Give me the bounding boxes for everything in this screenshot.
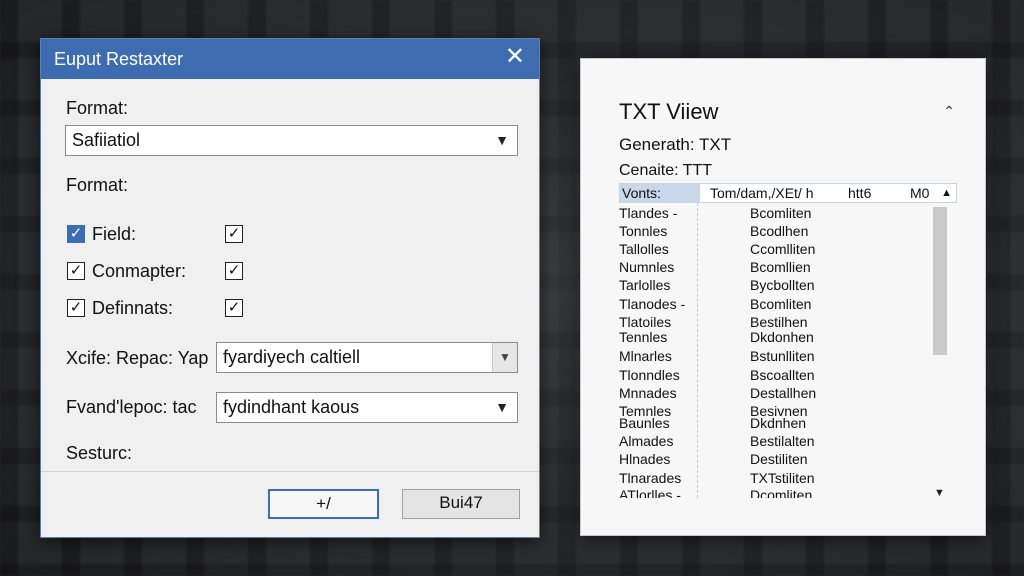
list-item-value: Dcomliten	[750, 487, 813, 498]
checkbox-field-secondary[interactable]: ✓	[225, 225, 243, 243]
chevron-down-icon: ▼	[492, 343, 517, 372]
list-item-name: Tennles	[619, 329, 668, 345]
list-item-value: Bstunlliten	[750, 348, 815, 364]
list-item[interactable]: Tlnarades TXTstiliten	[619, 470, 937, 488]
checkbox-conmapter[interactable]: ✓	[67, 262, 85, 280]
list-item[interactable]: Tallolles Ccomlliten	[619, 241, 937, 259]
list-item-name: Tarlolles	[619, 277, 671, 293]
list-item-name: Tlanodes -	[619, 296, 686, 312]
list-header-col2: htt6	[848, 185, 872, 201]
list-item[interactable]: Tlonndles Bscoallten	[619, 367, 937, 385]
option-label: Conmapter:	[92, 261, 187, 281]
list-header-col3: M0	[910, 185, 930, 201]
list-item-value: TXTstiliten	[750, 470, 815, 486]
list-item-value: Bestilhen	[750, 314, 808, 330]
vertical-scrollbar[interactable]: ▼	[931, 205, 949, 499]
replace-select-value: fyardiyech caltiell	[223, 347, 361, 367]
list-item[interactable]: Tlandes - Bcomliten	[619, 205, 937, 223]
format-select[interactable]: Safiiatiol ▼	[65, 125, 518, 156]
file-list: Vonts: Tom/dam,/XEt/ h htt6 M0 ▲ Tlandes…	[619, 183, 957, 498]
list-item-name: ATlorlles -	[619, 487, 681, 498]
txt-view-panel: TXT Viiew ⌃ Generath: TXT Cenaite: TTT V…	[580, 58, 986, 536]
list-item-value: Bcomllien	[750, 259, 811, 275]
list-item-value: Dkdnhen	[750, 415, 807, 431]
list-item[interactable]: Tarlolles Bycbollten	[619, 277, 937, 295]
replace-select[interactable]: fyardiyech caltiell ▼	[216, 342, 518, 373]
list-item-name: Numnles	[619, 259, 675, 275]
list-item-name: Tlandes -	[619, 205, 678, 221]
checkbox-conmapter-secondary[interactable]: ✓	[225, 262, 243, 280]
list-item[interactable]: Tlanodes - Bcomliten	[619, 296, 937, 314]
scroll-down-icon[interactable]: ▼	[934, 487, 945, 499]
list-item-value: Destiliten	[750, 451, 808, 467]
list-header: Vonts: Tom/dam,/XEt/ h htt6 M0 ▲	[619, 183, 957, 203]
generate-line: Generath: TXT	[619, 135, 732, 154]
list-item[interactable]: Hlnades Destiliten	[619, 451, 937, 469]
list-item-value: Bscoallten	[750, 367, 815, 383]
build-button[interactable]: Bui47	[402, 489, 520, 519]
list-header-selected[interactable]: Vonts:	[620, 184, 700, 202]
list-item[interactable]: Almades Bestilalten	[619, 433, 937, 451]
list-item-name: Tlatoiles	[619, 314, 672, 330]
list-item-name: Baunles	[619, 415, 670, 431]
list-item-value: Dkdonhen	[750, 329, 814, 345]
divider	[41, 471, 539, 472]
panel-title: TXT Viiew	[619, 99, 719, 124]
list-item-name: Tlonndles	[619, 367, 680, 383]
list-item-name: Hlnades	[619, 451, 671, 467]
list-item-name: Tallolles	[619, 241, 669, 257]
format-section-label: Format:	[66, 175, 129, 195]
option-label: Definnats:	[92, 298, 174, 318]
expand-select-value: fydindhant kaous	[223, 397, 360, 417]
create-line: Cenaite: TTT	[619, 162, 713, 179]
list-item[interactable]: Mnnades Destallhen	[619, 385, 937, 403]
list-item-value: Bycbollten	[750, 277, 815, 293]
replace-label: Xcife: Repac: Yap	[66, 348, 209, 368]
list-item-name: Almades	[619, 433, 674, 449]
list-item[interactable]: ATlorlles - Dcomliten	[619, 487, 937, 498]
checkbox-definnats[interactable]: ✓	[67, 299, 85, 317]
expand-label: Fvand'lepoc: tac	[66, 397, 197, 417]
list-item-name: Tlnarades	[619, 470, 682, 486]
chevron-up-icon[interactable]: ⌃	[943, 103, 955, 120]
ok-button[interactable]: +/	[268, 489, 379, 519]
chevron-up-icon[interactable]: ▲	[941, 184, 952, 202]
list-item-name: Mnnades	[619, 385, 677, 401]
checkbox-field[interactable]: ✓	[67, 225, 85, 243]
list-item[interactable]: Tonnles Bcodlhen	[619, 223, 937, 241]
list-item[interactable]: Baunles Dkdnhen	[619, 415, 937, 433]
scrollbar-thumb[interactable]	[933, 207, 947, 355]
status-label: Sesturc:	[66, 443, 133, 463]
list-header-path: Tom/dam,/XEt/ h	[710, 185, 814, 201]
format-label: Format:	[66, 98, 129, 118]
expand-select[interactable]: fydindhant kaous ▼	[216, 392, 518, 423]
close-icon[interactable]: ✕	[505, 43, 525, 71]
list-item-name: Tonnles	[619, 223, 668, 239]
list-item-value: Destallhen	[750, 385, 817, 401]
format-select-value: Safiiatiol	[72, 130, 141, 150]
dialog-titlebar: Euput Restaxter ✕	[41, 39, 539, 79]
list-item-name: Mlnarles	[619, 348, 672, 364]
dialog-title: Euput Restaxter	[54, 49, 184, 69]
list-item-value: Bcomliten	[750, 205, 812, 221]
list-item[interactable]: Mlnarles Bstunlliten	[619, 348, 937, 366]
list-item[interactable]: Numnles Bcomllien	[619, 259, 937, 277]
list-item-value: Ccomlliten	[750, 241, 816, 257]
option-label: Field:	[92, 224, 137, 244]
chevron-down-icon: ▼	[495, 132, 509, 148]
checkbox-definnats-secondary[interactable]: ✓	[225, 299, 243, 317]
chevron-down-icon: ▼	[495, 399, 509, 415]
list-item[interactable]: Tennles Dkdonhen	[619, 329, 937, 347]
list-item-value: Bcodlhen	[750, 223, 809, 239]
list-item-value: Bcomliten	[750, 296, 812, 312]
list-item-value: Bestilalten	[750, 433, 815, 449]
export-dialog: Euput Restaxter ✕ Format: Safiiatiol ▼ F…	[40, 38, 540, 538]
